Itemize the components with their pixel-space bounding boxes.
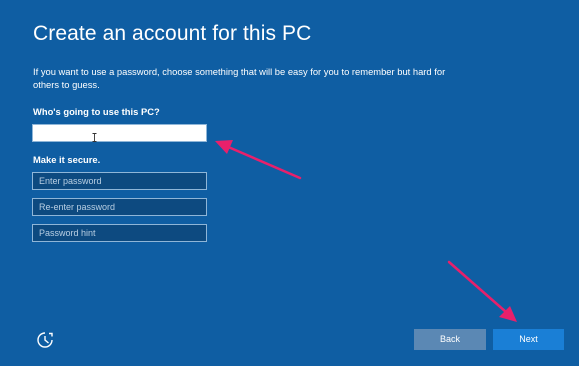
back-button[interactable]: Back [414,329,486,350]
username-input[interactable] [32,124,207,142]
annotation-arrow-username [215,140,302,180]
reenter-password-input[interactable] [32,198,207,216]
secure-label: Make it secure. [33,154,101,165]
setup-screen: { "page": { "title": "Create an account … [0,0,579,366]
annotation-arrow-next [447,260,517,322]
next-button[interactable]: Next [493,329,564,350]
page-title: Create an account for this PC [33,22,312,45]
text-cursor-icon [92,133,97,142]
intro-text: If you want to use a password, choose so… [33,66,446,90]
password-hint-input[interactable] [32,224,207,242]
ease-of-access-icon[interactable] [35,330,55,350]
password-input[interactable] [32,172,207,190]
username-label: Who's going to use this PC? [33,106,160,117]
